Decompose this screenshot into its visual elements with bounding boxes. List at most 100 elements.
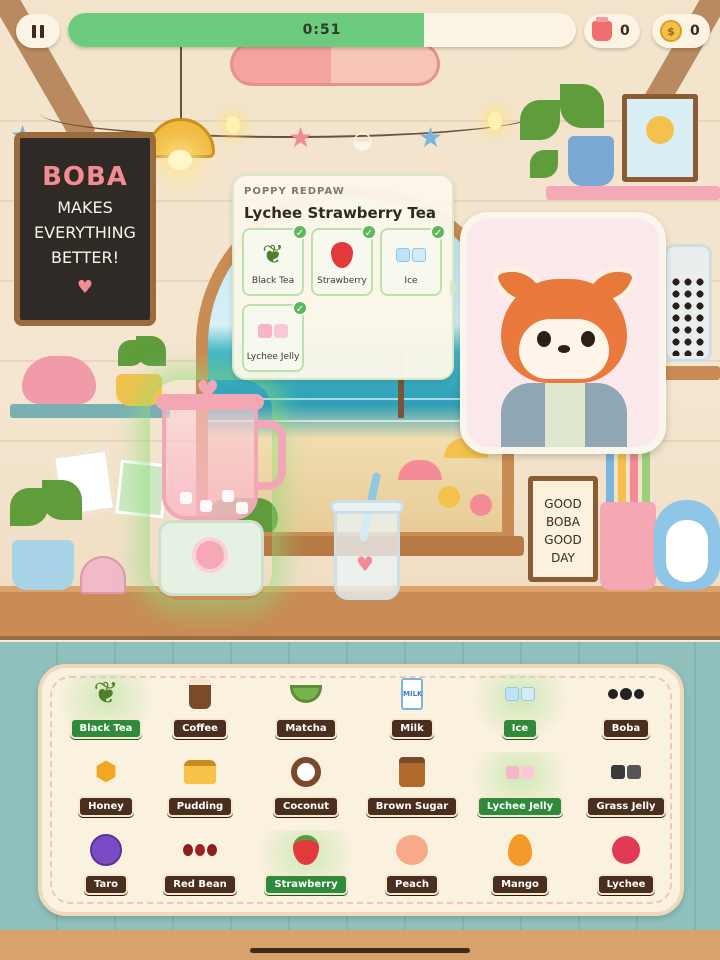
sign-line: BOBA <box>546 515 580 529</box>
good-day-sign: GOOD BOBA GOOD DAY <box>528 476 598 582</box>
peach-icon <box>396 830 428 870</box>
ingredient-button-coconut[interactable]: Coconut <box>256 752 356 822</box>
grass-jelly-icon <box>610 752 642 792</box>
order-ingredient-tile: ❦ Black Tea ✓ <box>242 224 308 296</box>
matcha-icon <box>290 674 322 714</box>
coins-counter: $ 0 <box>652 14 710 48</box>
order-ingredient-label: Ice <box>404 276 418 286</box>
cup-lid <box>330 500 404 514</box>
ingredient-button-strawberry[interactable]: Strawberry <box>256 830 356 900</box>
ingredient-button-honey[interactable]: ⬢ Honey <box>56 752 156 822</box>
ingredient-button-taro[interactable]: Taro <box>56 830 156 900</box>
ingredient-label: Brown Sugar <box>365 796 459 817</box>
check-icon: ✓ <box>292 224 308 240</box>
ingredient-label: Strawberry <box>264 874 348 895</box>
surfboard-decor <box>230 42 440 86</box>
cups-count: 0 <box>620 23 630 39</box>
sun-icon <box>646 116 674 144</box>
timer-bar: 0:51 <box>68 13 576 47</box>
chalkboard-title: BOBA <box>42 162 128 192</box>
straw-holder-cup <box>600 502 656 590</box>
red-panda-nose <box>558 345 570 353</box>
star-ornament-icon: ★ <box>288 121 314 154</box>
pudding-icon <box>184 752 216 792</box>
tea-leaf-icon: ❦ <box>262 240 284 270</box>
light-bulb-icon <box>488 112 502 130</box>
ice-icon <box>504 674 536 714</box>
strawberry-icon <box>293 830 319 870</box>
pause-icon <box>40 24 44 38</box>
ice-cube <box>180 492 192 504</box>
brown-sugar-icon <box>399 752 425 792</box>
ingredient-button-lychee-jelly[interactable]: Lychee Jelly <box>470 752 570 822</box>
seashell-icon <box>80 556 126 594</box>
ingredient-button-coffee[interactable]: Coffee <box>150 674 250 744</box>
ingredient-button-peach[interactable]: Peach <box>362 830 462 900</box>
ingredient-label: Pudding <box>166 796 234 817</box>
pause-button[interactable] <box>16 14 60 48</box>
pause-icon <box>32 24 36 38</box>
ice-cube <box>236 502 248 514</box>
ingredient-label: Milk <box>390 718 434 739</box>
customer-name: POPPY REDPAW <box>244 186 345 197</box>
check-icon: ✓ <box>430 224 446 240</box>
order-ingredient-label: Lychee Jelly <box>246 352 300 362</box>
heart-icon: ♥ <box>356 552 374 576</box>
chalkboard-line: BETTER! <box>51 248 119 267</box>
ingredient-label: Peach <box>385 874 439 895</box>
ingredient-button-mango[interactable]: Mango <box>470 830 570 900</box>
home-indicator[interactable] <box>250 948 470 953</box>
ingredient-button-boba[interactable]: Boba <box>576 674 676 744</box>
counter-edge <box>0 636 720 640</box>
crab-plush-icon <box>22 356 96 404</box>
ingredient-button-grass-jelly[interactable]: Grass Jelly <box>576 752 676 822</box>
leaf <box>42 480 82 520</box>
red-panda-eye <box>581 331 595 347</box>
leaf <box>136 336 166 366</box>
ingredient-label: Boba <box>601 718 651 739</box>
boba-pearls <box>670 276 706 356</box>
ingredient-label: Mango <box>491 874 549 895</box>
order-ingredient-tile: Lychee Jelly ✓ <box>242 300 308 372</box>
ingredient-button-brown-sugar[interactable]: Brown Sugar <box>362 752 462 822</box>
coffee-icon <box>189 674 211 714</box>
ingredient-button-red-bean[interactable]: Red Bean <box>150 830 250 900</box>
lamp-glow <box>168 150 192 170</box>
ingredient-label: Matcha <box>275 718 337 739</box>
beach-umbrella-icon <box>398 460 442 480</box>
check-icon: ✓ <box>361 224 377 240</box>
star-ornament-icon: ★ <box>418 121 444 154</box>
ingredient-label: Honey <box>78 796 134 817</box>
ingredient-button-black-tea[interactable]: ❦ Black Tea <box>56 674 156 744</box>
heart-icon: ♥ <box>76 277 94 298</box>
timer-text: 0:51 <box>302 22 342 38</box>
wall-shelf <box>10 404 170 418</box>
strawberry-icon <box>313 240 371 270</box>
hanging-plant-icon <box>568 136 614 186</box>
lychee-jelly-icon <box>505 752 535 792</box>
ingredient-label: Black Tea <box>69 718 143 739</box>
order-ingredient-label: Black Tea <box>251 276 295 286</box>
coconut-icon <box>291 752 321 792</box>
floor <box>0 930 720 960</box>
smiley-plant-pot-icon <box>12 540 74 590</box>
ingredient-button-pudding[interactable]: Pudding <box>150 752 250 822</box>
chalkboard: BOBA MAKES EVERYTHING BETTER! ♥ <box>14 132 156 326</box>
ingredient-label: Lychee Jelly <box>476 796 564 817</box>
lychee-icon <box>612 830 640 870</box>
ingredient-button-matcha[interactable]: Matcha <box>256 674 356 744</box>
flower-icon <box>438 486 460 508</box>
blender-knob[interactable] <box>192 537 228 573</box>
leaf <box>530 150 558 178</box>
ice-cube <box>222 490 234 502</box>
ingredient-label: Grass Jelly <box>586 796 666 817</box>
order-ingredient-label: Strawberry <box>317 276 367 286</box>
ingredient-button-ice[interactable]: Ice <box>470 674 570 744</box>
ingredient-label: Lychee <box>596 874 656 895</box>
cups-counter: 0 <box>584 14 640 48</box>
coins-count: 0 <box>690 23 700 39</box>
ingredient-button-milk[interactable]: MILK Milk <box>362 674 462 744</box>
ingredient-button-lychee[interactable]: Lychee <box>576 830 676 900</box>
boba-icon <box>607 674 645 714</box>
heart-icon: ♥ <box>196 376 220 406</box>
